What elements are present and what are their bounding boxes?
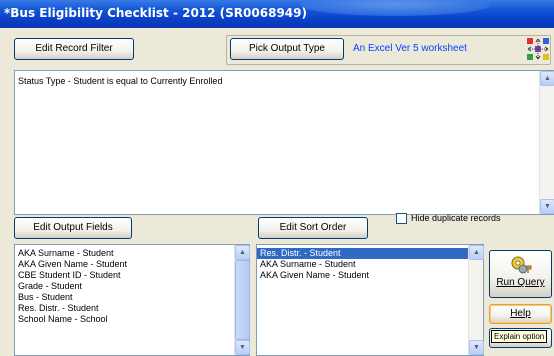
window-title: *Bus Eligibility Checklist - 2012 (SR006… — [4, 6, 307, 20]
main-panel: Edit Record Filter Pick Output Type An E… — [4, 28, 554, 356]
output-fields-scrollbar[interactable]: ▲ ▼ — [234, 245, 250, 355]
sort-order-scrollbar[interactable]: ▲ ▼ — [468, 245, 484, 355]
scroll-up-icon[interactable]: ▲ — [235, 245, 250, 260]
list-item[interactable]: AKA Surname - Student — [257, 259, 483, 270]
help-button[interactable]: Help — [489, 304, 552, 324]
pick-output-type-label: Pick Output Type — [249, 43, 325, 54]
scroll-down-icon[interactable]: ▼ — [235, 340, 250, 355]
filter-text-area[interactable]: Status Type - Student is equal to Curren… — [14, 70, 554, 215]
output-type-value: An Excel Ver 5 worksheet — [353, 43, 467, 54]
run-query-button[interactable]: Run Query — [489, 250, 552, 298]
scroll-down-icon[interactable]: ▼ — [469, 340, 484, 355]
list-item[interactable]: AKA Surname - Student — [15, 248, 249, 259]
window-title-bar[interactable]: *Bus Eligibility Checklist - 2012 (SR006… — [0, 0, 554, 28]
scroll-thumb[interactable] — [235, 260, 250, 340]
list-item[interactable]: AKA Given Name - Student — [257, 270, 483, 281]
edit-record-filter-label: Edit Record Filter — [35, 43, 113, 54]
grid-arrows-icon[interactable] — [526, 37, 550, 61]
explain-option-tooltip: Explain option — [491, 330, 548, 343]
edit-record-filter-button[interactable]: Edit Record Filter — [14, 38, 134, 60]
scroll-down-icon[interactable]: ▼ — [540, 199, 554, 214]
list-item[interactable]: Res. Distr. - Student — [15, 303, 249, 314]
help-label: Help — [510, 308, 531, 319]
list-item[interactable]: Grade - Student — [15, 281, 249, 292]
tooltip-text: Explain option — [494, 332, 545, 341]
sort-order-list[interactable]: Res. Distr. - Student AKA Surname - Stude… — [256, 244, 484, 356]
filter-scrollbar[interactable]: ▲ ▼ — [539, 71, 554, 214]
hide-duplicates-label: Hide duplicate records — [411, 213, 501, 223]
hide-duplicates-checkbox[interactable] — [396, 213, 407, 224]
title-bar-highlight — [300, 0, 490, 16]
list-item[interactable]: Res. Distr. - Student — [257, 248, 483, 259]
list-item[interactable]: School Name - School — [15, 314, 249, 325]
run-query-label: Run Query — [496, 277, 545, 288]
edit-output-fields-button[interactable]: Edit Output Fields — [14, 217, 132, 239]
scroll-up-icon[interactable]: ▲ — [540, 71, 554, 86]
scroll-up-icon[interactable]: ▲ — [469, 245, 484, 260]
edit-sort-order-label: Edit Sort Order — [279, 222, 347, 233]
list-item[interactable]: Bus - Student — [15, 292, 249, 303]
edit-output-fields-label: Edit Output Fields — [33, 222, 113, 233]
output-fields-list[interactable]: AKA Surname - Student AKA Given Name - St… — [14, 244, 250, 356]
list-item[interactable]: AKA Given Name - Student — [15, 259, 249, 270]
edit-sort-order-button[interactable]: Edit Sort Order — [258, 217, 368, 239]
filter-text: Status Type - Student is equal to Curren… — [18, 76, 223, 86]
keys-icon — [494, 255, 547, 277]
list-item[interactable]: CBE Student ID - Student — [15, 270, 249, 281]
output-fields-items: AKA Surname - Student AKA Given Name - St… — [15, 245, 249, 325]
pick-output-type-button[interactable]: Pick Output Type — [230, 38, 344, 60]
sort-order-items: Res. Distr. - Student AKA Surname - Stude… — [257, 245, 483, 281]
